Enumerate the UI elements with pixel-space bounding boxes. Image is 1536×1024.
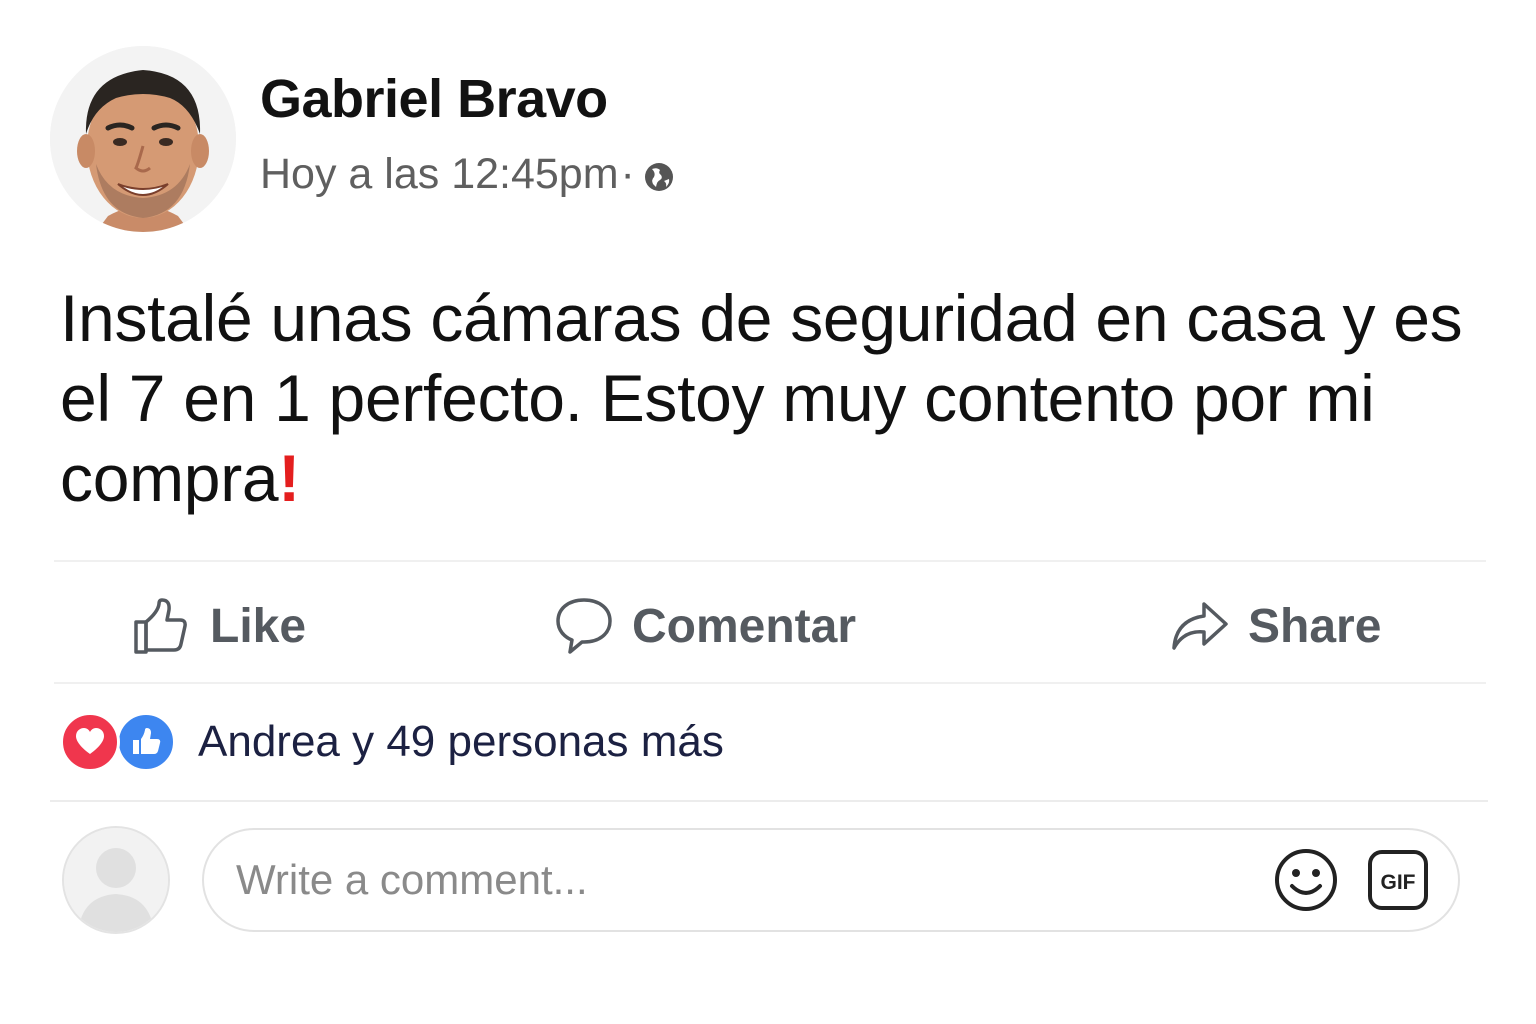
post-body: Instalé unas cámaras de seguridad en cas… (60, 281, 1463, 515)
reactions-text[interactable]: Andrea y 49 personas más (198, 717, 724, 767)
post-exclamation: ! (278, 441, 300, 515)
smiley-icon[interactable] (1272, 846, 1340, 914)
share-label: Share (1248, 599, 1382, 653)
globe-icon[interactable] (643, 161, 675, 193)
divider-top (54, 560, 1486, 562)
user-avatar (62, 826, 170, 934)
like-label: Like (210, 599, 307, 653)
thumbs-up-icon (134, 598, 187, 654)
divider-bottom (50, 800, 1488, 802)
speech-bubble-icon (556, 598, 612, 654)
comment-input[interactable] (236, 830, 1216, 930)
post-text: Instalé unas cámaras de seguridad en cas… (60, 278, 1480, 518)
author-avatar[interactable] (50, 46, 236, 232)
author-name[interactable]: Gabriel Bravo (260, 68, 608, 130)
author-photo (50, 46, 236, 232)
meta-separator: · (620, 150, 635, 198)
post-meta: Hoy a las 12:45pm · (260, 150, 675, 199)
comment-button[interactable]: Comentar (552, 588, 856, 664)
heart-icon (60, 712, 120, 772)
gif-label: GIF (1381, 871, 1416, 894)
comment-composer: GIF (202, 828, 1460, 932)
share-arrow-icon (1172, 602, 1228, 650)
thumbs-up-reaction-icon (116, 712, 176, 772)
gif-icon[interactable]: GIF (1366, 848, 1430, 912)
share-button[interactable]: Share (1168, 588, 1381, 664)
divider-middle (54, 682, 1486, 684)
like-button[interactable]: Like (130, 588, 306, 664)
comment-label: Comentar (632, 599, 857, 653)
post-timestamp[interactable]: Hoy a las 12:45pm (260, 150, 619, 199)
default-user-icon (64, 828, 168, 932)
post-card: Gabriel Bravo Hoy a las 12:45pm · Instal… (0, 0, 1536, 1024)
reactions-summary[interactable]: Andrea y 49 personas más (60, 710, 724, 774)
